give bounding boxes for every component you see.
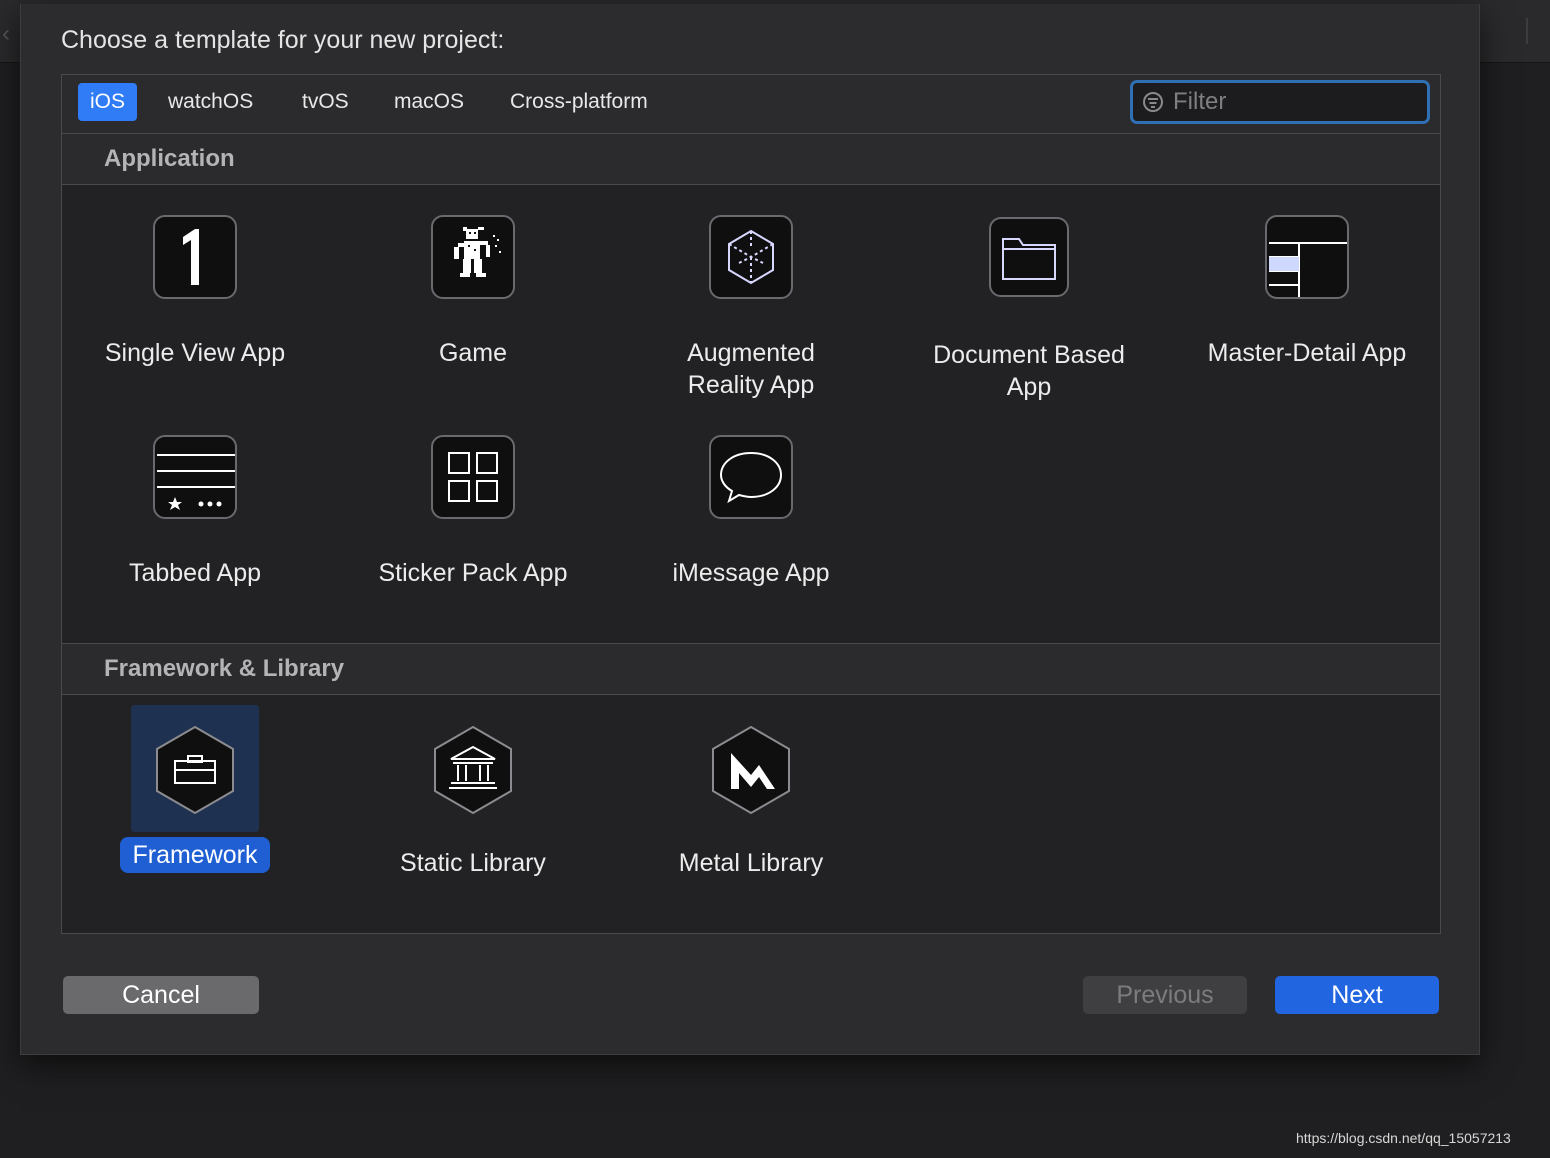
section-title: Application: [104, 145, 235, 172]
template-document-based-app[interactable]: Document Based App: [904, 215, 1154, 405]
section-title: Framework & Library: [104, 655, 345, 682]
augmented-reality-app-icon: [709, 215, 793, 299]
template-tabbed-app[interactable]: Tabbed App: [70, 435, 320, 591]
section-header-application: Application: [62, 134, 1440, 185]
toolbar-divider: [1526, 18, 1542, 44]
template-metal-library[interactable]: Metal Library: [626, 725, 876, 881]
back-chevron-icon: ‹: [2, 20, 10, 47]
single-view-app-icon: [153, 215, 237, 299]
template-framework[interactable]: Framework: [70, 725, 320, 873]
template-sticker-pack-app[interactable]: Sticker Pack App: [348, 435, 598, 591]
filter-field[interactable]: [1130, 80, 1430, 124]
previous-button[interactable]: Previous: [1083, 976, 1247, 1014]
tab-ios[interactable]: iOS: [78, 83, 138, 121]
tab-watchos[interactable]: watchOS: [156, 83, 265, 121]
next-button[interactable]: Next: [1275, 976, 1439, 1014]
template-label: Single View App: [104, 339, 286, 367]
template-label: Static Library: [400, 849, 546, 877]
watermark-url: https://blog.csdn.net/qq_15057213: [1296, 1130, 1511, 1146]
tabbed-app-icon: [153, 435, 237, 519]
template-label: Game: [438, 339, 508, 367]
section-header-framework-library: Framework & Library: [62, 643, 1440, 695]
template-label: Document Based App: [933, 341, 1125, 401]
template-augmented-reality-app[interactable]: Augmented Reality App: [626, 215, 876, 403]
template-label: Tabbed App: [128, 559, 262, 587]
template-label: Augmented Reality App: [687, 339, 815, 399]
template-label: Framework: [120, 837, 270, 873]
document-based-app-icon: [987, 217, 1071, 301]
template-label: Metal Library: [678, 849, 824, 877]
platform-tab-bar: iOS watchOS tvOS macOS Cross-platform: [62, 75, 1440, 134]
sticker-pack-app-icon: [431, 435, 515, 519]
metal-library-icon: [709, 725, 793, 815]
framework-icon: [153, 725, 237, 815]
game-icon: [431, 215, 515, 299]
template-label: Sticker Pack App: [378, 559, 568, 587]
master-detail-app-icon: [1265, 215, 1349, 299]
template-panel: iOS watchOS tvOS macOS Cross-platform Ap…: [61, 74, 1441, 934]
filter-input[interactable]: [1173, 87, 1423, 117]
new-project-sheet: Choose a template for your new project: …: [20, 4, 1480, 1055]
template-imessage-app[interactable]: iMessage App: [626, 435, 876, 591]
template-game[interactable]: Game: [348, 215, 598, 371]
imessage-app-icon: [709, 435, 793, 519]
template-master-detail-app[interactable]: Master-Detail App: [1182, 215, 1432, 371]
filter-icon: [1143, 92, 1163, 112]
template-label: iMessage App: [672, 559, 830, 587]
static-library-icon: [431, 725, 515, 815]
cancel-button[interactable]: Cancel: [63, 976, 259, 1014]
template-static-library[interactable]: Static Library: [348, 725, 598, 881]
template-label: Master-Detail App: [1207, 339, 1407, 367]
tab-macos[interactable]: macOS: [382, 83, 476, 121]
dialog-title: Choose a template for your new project:: [61, 26, 505, 54]
tab-tvos[interactable]: tvOS: [290, 83, 361, 121]
template-single-view-app[interactable]: Single View App: [70, 215, 320, 371]
tab-cross-platform[interactable]: Cross-platform: [498, 83, 660, 121]
